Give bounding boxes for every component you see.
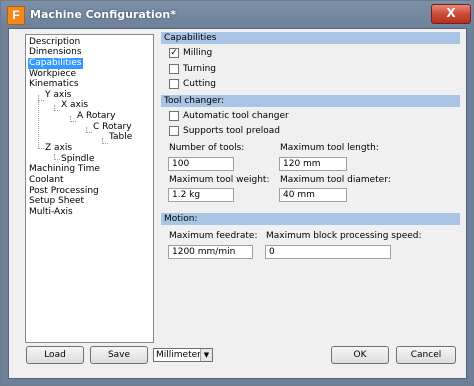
title-bar[interactable]: F Machine Configuration* X <box>1 1 473 28</box>
capabilities-header: Capabilities <box>161 32 460 44</box>
window-title: Machine Configuration* <box>30 8 176 21</box>
tree-connector <box>102 143 108 144</box>
tree-item-table[interactable]: Table <box>108 132 133 143</box>
tree-item-dimensions[interactable]: Dimensions <box>28 47 83 58</box>
cutting-checkbox[interactable] <box>169 79 179 89</box>
tree-item-kinematics[interactable]: Kinematics <box>28 79 80 90</box>
tree-item-coolant[interactable]: Coolant <box>28 175 65 186</box>
motion-header: Motion: <box>161 213 460 225</box>
milling-label: Milling <box>183 48 213 58</box>
cutting-label: Cutting <box>183 79 216 89</box>
number-of-tools-input[interactable]: 100 <box>168 157 234 171</box>
maximum-tool-length-label: Maximum tool length: <box>280 143 379 153</box>
supports-tool-preload-label: Supports tool preload <box>183 126 281 136</box>
maximum-tool-weight-input[interactable]: 1.2 kg <box>168 188 234 202</box>
close-button[interactable]: X <box>431 4 471 24</box>
tree-item-a-rotary[interactable]: A Rotary <box>76 111 116 122</box>
maximum-tool-weight-label: Maximum tool weight: <box>169 175 270 185</box>
tree-item-z-axis[interactable]: Z axis <box>44 143 73 154</box>
number-of-tools-label: Number of tools: <box>169 143 245 153</box>
maximum-tool-length-input[interactable]: 120 mm <box>279 157 347 171</box>
category-tree[interactable]: Description Dimensions Capabilities Work… <box>25 34 154 343</box>
maximum-feedrate-input[interactable]: 1200 mm/min <box>168 245 253 259</box>
turning-checkbox[interactable] <box>169 64 179 74</box>
maximum-block-processing-speed-input[interactable]: 0 <box>265 245 391 259</box>
maximum-feedrate-label: Maximum feedrate: <box>169 231 258 241</box>
automatic-tool-changer-checkbox[interactable] <box>169 111 179 121</box>
units-select-value: Millimeters <box>156 350 206 360</box>
turning-label: Turning <box>183 64 216 74</box>
tree-connector <box>38 101 39 149</box>
tree-item-capabilities[interactable]: Capabilities <box>28 58 83 69</box>
machine-configuration-window: F Machine Configuration* X Description D… <box>0 0 474 386</box>
milling-checkbox[interactable]: ✓ <box>169 48 179 58</box>
save-button[interactable]: Save <box>90 346 148 364</box>
supports-tool-preload-checkbox[interactable] <box>169 126 179 136</box>
tool-changer-header: Tool changer: <box>161 95 460 107</box>
maximum-tool-diameter-label: Maximum tool diameter: <box>280 175 391 185</box>
tree-item-x-axis[interactable]: X axis <box>60 100 89 111</box>
maximum-tool-diameter-input[interactable]: 40 mm <box>279 188 347 202</box>
units-select[interactable]: Millimeters ▼ <box>153 348 213 362</box>
ok-button[interactable]: OK <box>331 346 389 364</box>
automatic-tool-changer-label: Automatic tool changer <box>183 111 289 121</box>
tree-item-multi-axis[interactable]: Multi-Axis <box>28 207 74 218</box>
tree-item-setup-sheet[interactable]: Setup Sheet <box>28 196 85 207</box>
app-icon: F <box>7 6 25 25</box>
maximum-block-processing-speed-label: Maximum block processing speed: <box>266 231 422 241</box>
tree-item-machining-time[interactable]: Machining Time <box>28 164 101 175</box>
checkmark-icon: ✓ <box>170 48 178 58</box>
chevron-down-icon: ▼ <box>200 349 212 361</box>
load-button[interactable]: Load <box>26 346 84 364</box>
dialog-client: Description Dimensions Capabilities Work… <box>8 28 467 379</box>
cancel-button[interactable]: Cancel <box>396 346 456 364</box>
